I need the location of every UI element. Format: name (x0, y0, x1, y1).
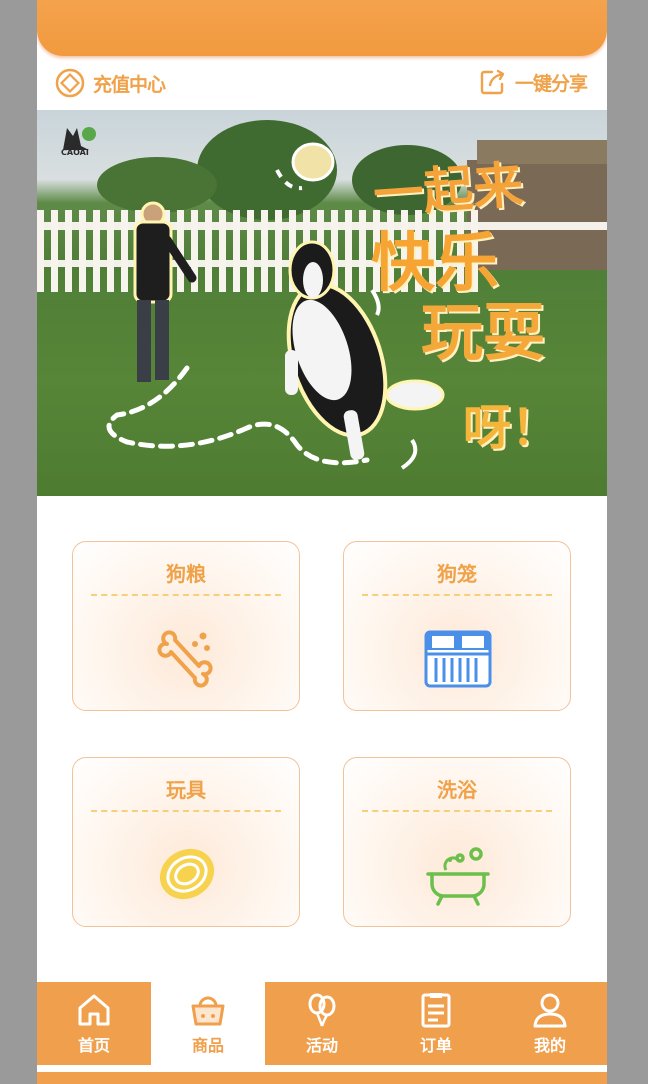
hero-line-3: 玩耍 (421, 296, 546, 369)
tab-label: 订单 (419, 1036, 452, 1055)
order-list-icon (421, 993, 451, 1028)
tab-label: 我的 (533, 1036, 566, 1055)
frisbee-icon (159, 848, 215, 900)
coin-icon (55, 68, 85, 98)
balloons-icon (308, 993, 336, 1027)
category-card-dog-cage[interactable]: 狗笼 (343, 541, 571, 711)
tab-profile[interactable]: 我的 (493, 982, 607, 1065)
bone-icon (157, 630, 213, 688)
top-banner (37, 0, 607, 56)
app-screen: 充值中心 一键分享 CAOAI 一起来 快乐 玩耍 呀！ 狗粮 狗笼 玩具 洗浴… (37, 0, 607, 1084)
tab-label: 首页 (77, 1036, 110, 1055)
brand-logo-text: CAOAI (61, 148, 89, 157)
recharge-label: 充值中心 (93, 73, 166, 96)
category-title: 狗笼 (437, 562, 477, 586)
home-icon (78, 994, 110, 1026)
divider (362, 810, 552, 812)
bottom-tab-bar: 首页 商品 活动 订单 我的 (37, 982, 607, 1065)
category-title: 玩具 (166, 778, 206, 802)
bathtub-icon (426, 847, 490, 906)
hero-banner[interactable]: CAOAI 一起来 快乐 玩耍 呀！ (37, 110, 607, 496)
tab-activities[interactable]: 活动 (265, 982, 379, 1065)
divider (91, 594, 281, 596)
category-title: 狗粮 (166, 562, 206, 586)
tab-home[interactable]: 首页 (37, 982, 151, 1065)
divider (91, 810, 281, 812)
shopping-basket-icon (191, 996, 225, 1026)
divider (362, 594, 552, 596)
category-title: 洗浴 (437, 778, 477, 802)
share-label: 一键分享 (514, 72, 588, 95)
recharge-center-button[interactable]: 充值中心 (55, 68, 166, 98)
tab-label: 活动 (305, 1036, 338, 1055)
category-card-bath[interactable]: 洗浴 (343, 757, 571, 927)
category-card-toys[interactable]: 玩具 (72, 757, 300, 927)
share-button[interactable]: 一键分享 (479, 68, 588, 96)
user-icon (533, 993, 567, 1028)
tab-products[interactable]: 商品 (151, 982, 265, 1065)
share-icon (480, 69, 505, 95)
tab-label: 商品 (191, 1036, 224, 1055)
brand-logo (63, 127, 96, 150)
toolbar: 充值中心 一键分享 (37, 62, 607, 108)
hero-line-4: 呀！ (463, 400, 560, 456)
category-card-dog-food[interactable]: 狗粮 (72, 541, 300, 711)
bottom-strip (37, 1072, 607, 1084)
cage-icon (424, 630, 492, 688)
tab-orders[interactable]: 订单 (379, 982, 493, 1065)
